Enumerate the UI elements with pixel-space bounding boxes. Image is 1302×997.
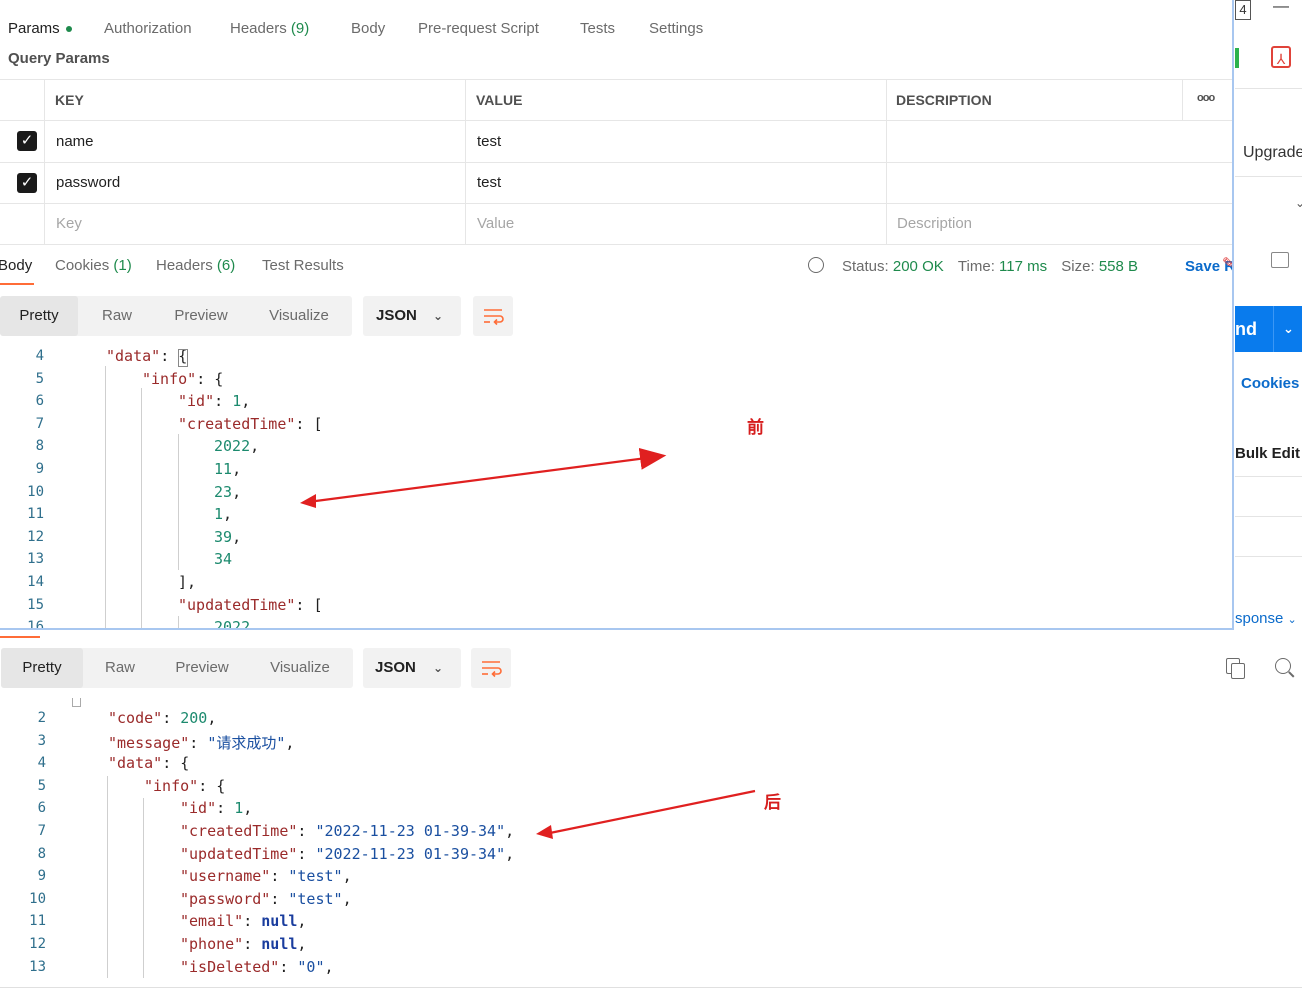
arrowhead-after [536,825,553,839]
annotation-arrow-after [544,789,756,836]
annotation-after-label: 后 [764,793,781,813]
annotation-arrow-before [307,447,667,504]
arrowhead-before [300,494,316,508]
annotation-layer [300,447,756,839]
annotation-before-label: 前 [747,418,764,438]
